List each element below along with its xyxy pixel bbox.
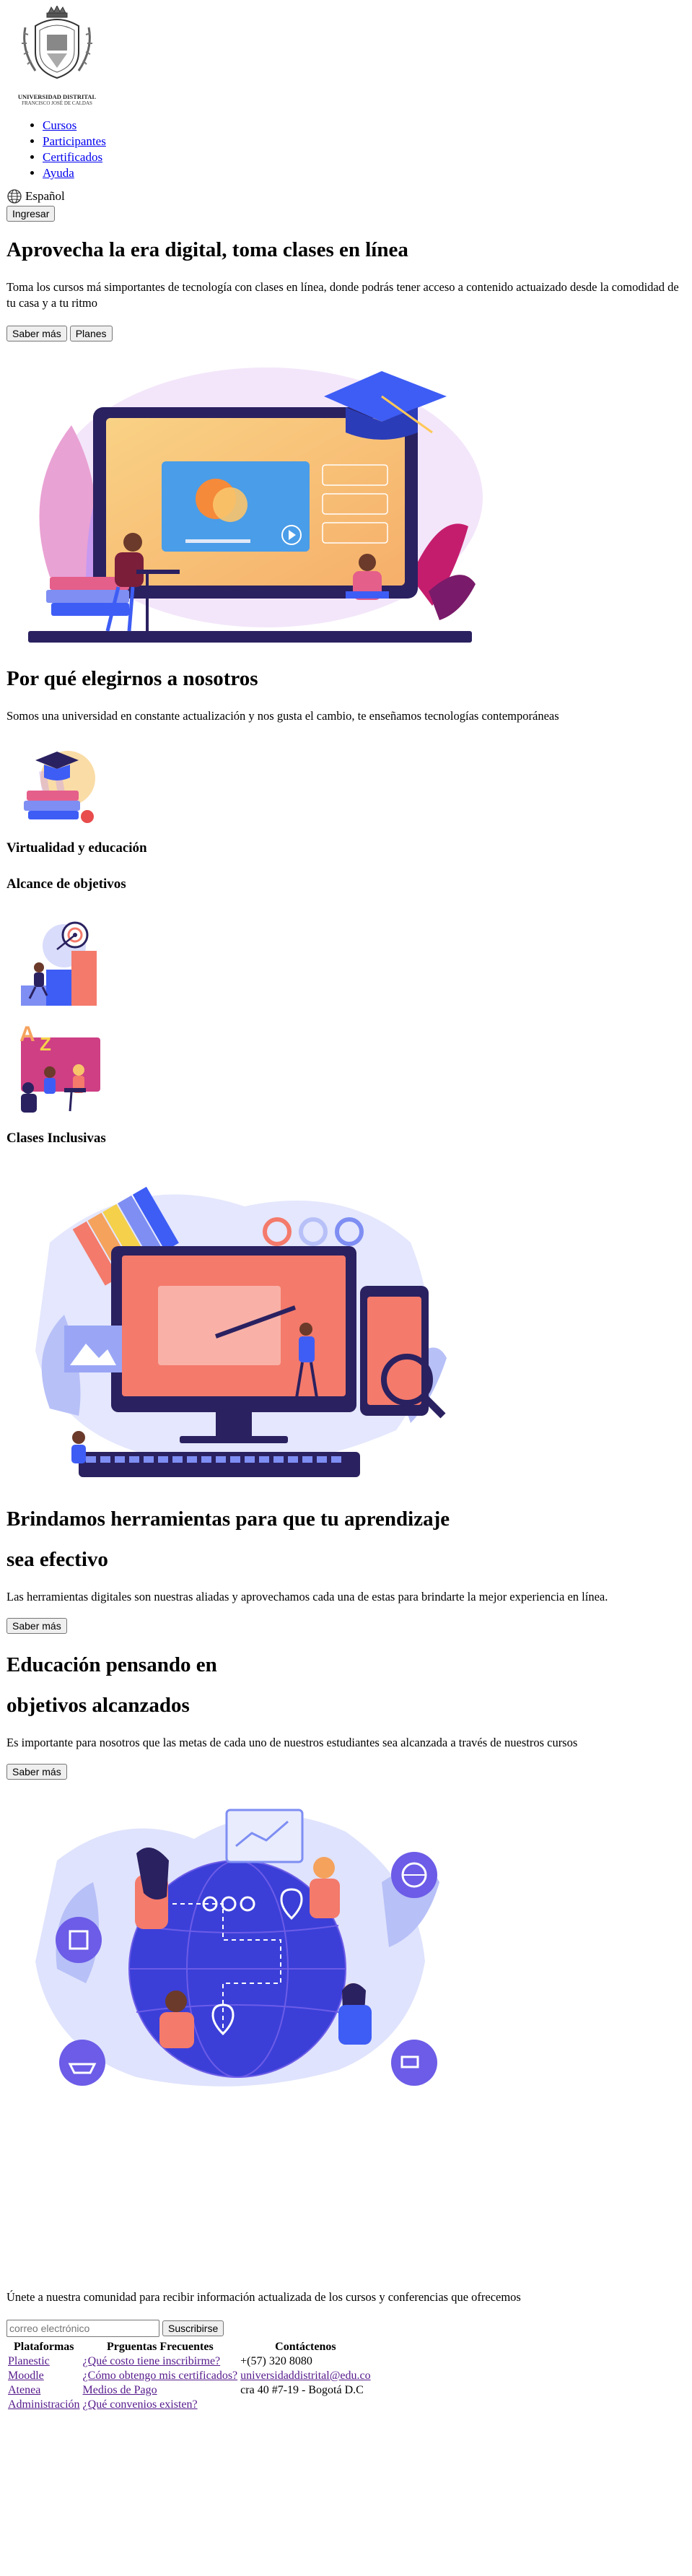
online-class-illustration — [28, 367, 483, 643]
globe-icon — [7, 189, 22, 204]
inclusive-class-icon: A Z — [19, 1022, 100, 1113]
contact-empty — [239, 2398, 372, 2412]
tools-text: Las herramientas digitales son nuestras … — [6, 1590, 608, 1604]
faq-link-cost[interactable]: ¿Qué costo tiene inscribirme? — [83, 2355, 221, 2367]
why-item-virtualidad: Virtualidad y educación — [6, 840, 147, 856]
footer-links-table: Plataformas Prguentas Frecuentes Contáct… — [6, 2340, 372, 2412]
platform-link-atenea[interactable]: Atenea — [8, 2384, 40, 2396]
logo[interactable]: UNIVERSIDAD DISTRITAL FRANCISCO JOSÉ DE … — [6, 0, 686, 106]
design-tools-illustration — [35, 1186, 447, 1477]
nav-item-participantes: Participantes — [43, 134, 686, 149]
logo-subtitle: FRANCISCO JOSÉ DE CALDAS — [22, 100, 92, 106]
platform-link-moodle[interactable]: Moodle — [8, 2370, 44, 2382]
nav-link-ayuda[interactable]: Ayuda — [43, 166, 74, 180]
faq-link-agreements[interactable]: ¿Qué convenios existen? — [83, 2398, 198, 2411]
global-goals-illustration — [35, 1809, 439, 2087]
contact-phone: +(57) 320 8080 — [240, 2355, 312, 2367]
nav-link-cursos[interactable]: Cursos — [43, 118, 76, 132]
university-seal-icon — [22, 4, 92, 79]
platform-link-planestic[interactable]: Planestic — [8, 2355, 50, 2367]
main-nav: Cursos Participantes Certificados Ayuda — [6, 118, 686, 181]
table-row: Administración ¿Qué convenios existen? — [6, 2398, 372, 2412]
goals-more-button[interactable]: Saber más — [6, 1764, 67, 1780]
hero-title: Aprovecha la era digital, toma clases en… — [6, 238, 408, 261]
nav-link-participantes[interactable]: Participantes — [43, 134, 106, 148]
tools-title-line1: Brindamos herramientas para que tu apren… — [6, 1507, 450, 1531]
tools-actions: Saber más — [6, 1618, 686, 1634]
books-graduation-icon — [24, 751, 95, 823]
subscribe-form: Suscribirse — [6, 2320, 686, 2337]
nav-item-cursos: Cursos — [43, 118, 686, 134]
why-item-objetivos: Alcance de objetivos — [6, 876, 126, 892]
footer-col-preguntas: Prguentas Frecuentes — [107, 2341, 214, 2353]
table-row: Moodle ¿Cómo obtengo mis certificados? u… — [6, 2369, 372, 2383]
hero-more-button[interactable]: Saber más — [6, 326, 67, 341]
hero-actions: Saber más Planes — [6, 326, 686, 341]
subscribe-button[interactable]: Suscribirse — [162, 2320, 224, 2336]
language-label: Español — [25, 189, 65, 203]
community-text: Únete a nuestra comunidad para recibir i… — [6, 2290, 521, 2304]
goals-actions: Saber más — [6, 1764, 686, 1780]
footer-col-plataformas: Plataformas — [14, 2341, 74, 2353]
tools-more-button[interactable]: Saber más — [6, 1618, 67, 1634]
tools-title-line2: sea efectivo — [6, 1548, 108, 1571]
nav-item-ayuda: Ayuda — [43, 165, 686, 181]
nav-link-certificados[interactable]: Certificados — [43, 150, 102, 164]
contact-address: cra 40 #7-19 - Bogotá D.C — [240, 2384, 364, 2396]
why-title: Por qué elegirnos a nosotros — [6, 667, 258, 690]
footer-header-row: Plataformas Prguentas Frecuentes Contáct… — [6, 2340, 372, 2354]
logo-title: UNIVERSIDAD DISTRITAL — [17, 93, 97, 100]
target-stairs-icon — [21, 921, 97, 1006]
table-row: Planestic ¿Qué costo tiene inscribirme? … — [6, 2354, 372, 2369]
goals-title-line1: Educación pensando en — [6, 1653, 217, 1676]
login-button[interactable]: Ingresar — [6, 206, 56, 222]
goals-title-line2: objetivos alcanzados — [6, 1694, 190, 1717]
why-text: Somos una universidad en constante actua… — [6, 709, 559, 723]
goals-text: Es importante para nosotros que las meta… — [6, 1736, 578, 1749]
platform-link-administracion[interactable]: Administración — [8, 2398, 80, 2411]
svg-text:A: A — [19, 1022, 35, 1046]
nav-item-certificados: Certificados — [43, 149, 686, 165]
faq-link-payment[interactable]: Medios de Pago — [83, 2384, 157, 2396]
contact-email-link[interactable]: universidaddistrital@edu.co — [240, 2370, 370, 2382]
language-selector[interactable]: Español — [6, 188, 686, 204]
hero-plans-button[interactable]: Planes — [69, 326, 113, 341]
svg-text:Z: Z — [40, 1033, 51, 1055]
faq-link-certificates[interactable]: ¿Cómo obtengo mis certificados? — [83, 2370, 238, 2382]
table-row: Atenea Medios de Pago cra 40 #7-19 - Bog… — [6, 2383, 372, 2398]
hero-text: Toma los cursos má simportantes de tecno… — [6, 280, 679, 310]
page: UNIVERSIDAD DISTRITAL FRANCISCO JOSÉ DE … — [0, 0, 692, 2412]
email-input[interactable] — [6, 2320, 159, 2337]
footer-col-contactenos: Contáctenos — [275, 2341, 336, 2353]
why-item-inclusivas: Clases Inclusivas — [6, 1131, 106, 1146]
